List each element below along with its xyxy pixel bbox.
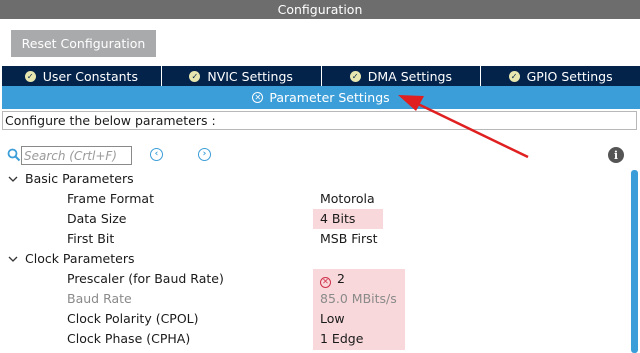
param-value-text: 2 bbox=[337, 271, 345, 286]
tab-parameter-settings[interactable]: ✕ Parameter Settings bbox=[2, 86, 640, 109]
vertical-scrollbar[interactable] bbox=[631, 170, 638, 353]
window-title: Configuration bbox=[0, 0, 640, 19]
param-name: Prescaler (for Baud Rate) bbox=[67, 271, 224, 286]
error-circle-icon: ✕ bbox=[252, 92, 264, 103]
group-label: Clock Parameters bbox=[25, 251, 135, 266]
tab-label: Parameter Settings bbox=[269, 90, 390, 105]
tab-dma-settings[interactable]: ✓ DMA Settings bbox=[321, 66, 482, 86]
chevron-down-icon bbox=[8, 176, 18, 182]
param-value: Motorola bbox=[320, 191, 375, 206]
tab-label: User Constants bbox=[42, 68, 138, 84]
param-value: Low bbox=[320, 311, 345, 326]
param-name: Data Size bbox=[67, 211, 127, 226]
param-row-clock-phase[interactable]: Clock Phase (CPHA) 1 Edge bbox=[0, 329, 620, 349]
check-circle-icon: ✓ bbox=[349, 70, 361, 82]
search-icon[interactable] bbox=[7, 148, 21, 162]
param-row-baud-rate: Baud Rate 85.0 MBits/s bbox=[0, 289, 620, 309]
tab-user-constants[interactable]: ✓ User Constants bbox=[2, 66, 162, 86]
check-circle-icon: ✓ bbox=[24, 70, 36, 82]
chevron-down-icon bbox=[8, 256, 18, 262]
group-header-basic-parameters[interactable]: Basic Parameters bbox=[0, 169, 620, 189]
check-circle-icon: ✓ bbox=[508, 70, 520, 82]
param-value: ✕ 2 bbox=[320, 269, 345, 289]
search-previous-button[interactable]: ‹ bbox=[150, 148, 163, 161]
settings-tabs: ✓ User Constants ✓ NVIC Settings ✓ DMA S… bbox=[2, 66, 640, 86]
info-icon[interactable]: i bbox=[608, 147, 624, 163]
tab-label: NVIC Settings bbox=[207, 68, 293, 84]
param-row-first-bit[interactable]: First Bit MSB First bbox=[0, 229, 620, 249]
reset-configuration-button[interactable]: Reset Configuration bbox=[11, 30, 156, 57]
tab-label: DMA Settings bbox=[367, 68, 452, 84]
param-name: Clock Phase (CPHA) bbox=[67, 331, 191, 346]
param-row-frame-format[interactable]: Frame Format Motorola bbox=[0, 189, 620, 209]
chevron-left-icon: ‹ bbox=[154, 149, 159, 159]
error-circle-icon: ✕ bbox=[320, 276, 331, 288]
param-value: 4 Bits bbox=[320, 211, 356, 226]
param-row-clock-polarity[interactable]: Clock Polarity (CPOL) Low bbox=[0, 309, 620, 329]
param-name: First Bit bbox=[67, 231, 115, 246]
search-input[interactable] bbox=[21, 146, 132, 165]
check-circle-icon: ✓ bbox=[189, 70, 201, 82]
param-row-data-size[interactable]: Data Size 4 Bits bbox=[0, 209, 620, 229]
instruction-label: Configure the below parameters : bbox=[2, 111, 637, 130]
group-label: Basic Parameters bbox=[25, 171, 134, 186]
search-next-button[interactable]: › bbox=[198, 148, 211, 161]
param-row-prescaler[interactable]: Prescaler (for Baud Rate) ✕ 2 bbox=[0, 269, 620, 289]
tab-gpio-settings[interactable]: ✓ GPIO Settings bbox=[481, 66, 640, 86]
tab-label: GPIO Settings bbox=[526, 68, 613, 84]
tab-nvic-settings[interactable]: ✓ NVIC Settings bbox=[161, 66, 322, 86]
chevron-right-icon: › bbox=[202, 149, 207, 159]
param-value: 85.0 MBits/s bbox=[320, 291, 397, 306]
param-value: 1 Edge bbox=[320, 331, 364, 346]
param-name: Frame Format bbox=[67, 191, 154, 206]
param-name: Clock Polarity (CPOL) bbox=[67, 311, 199, 326]
group-header-clock-parameters[interactable]: Clock Parameters bbox=[0, 249, 620, 269]
param-name: Baud Rate bbox=[67, 291, 132, 306]
param-value: MSB First bbox=[320, 231, 378, 246]
